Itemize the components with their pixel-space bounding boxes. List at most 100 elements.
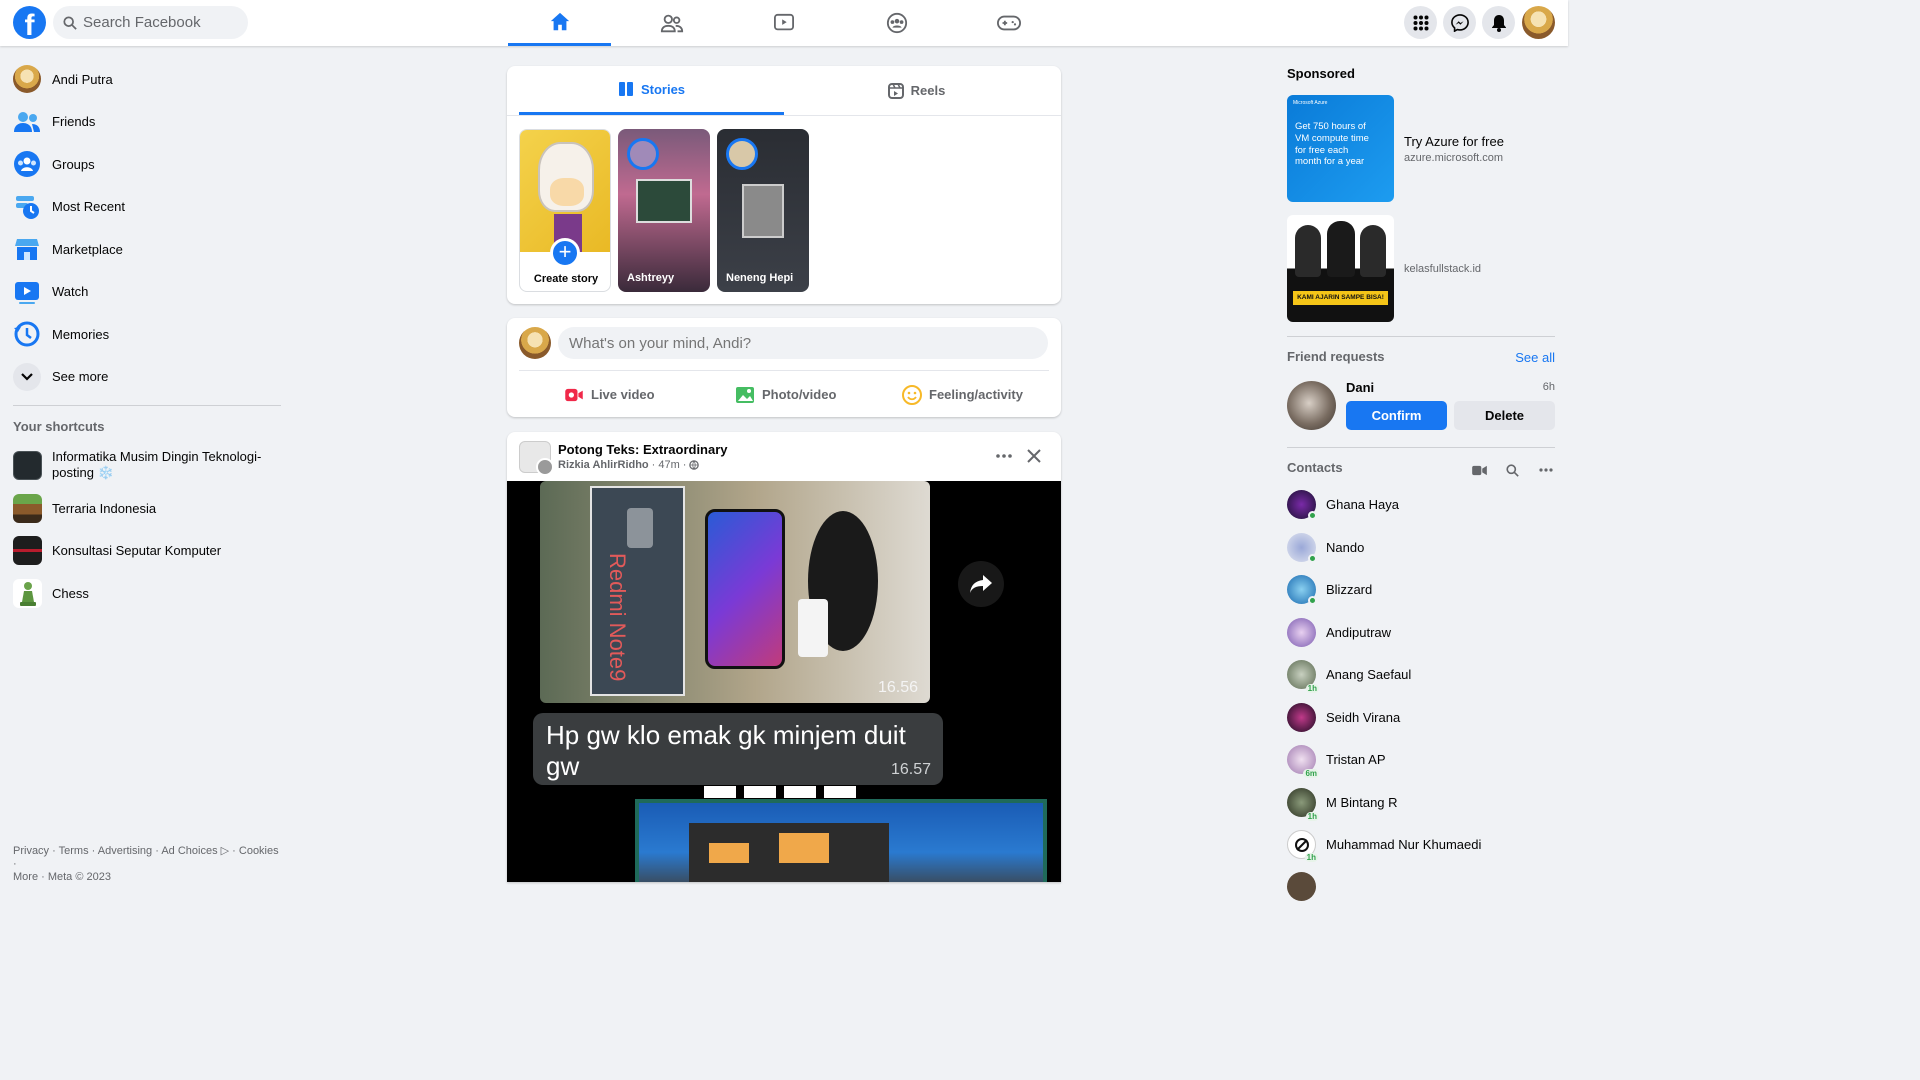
menu-button[interactable] xyxy=(1404,6,1437,39)
tab-stories[interactable]: Stories xyxy=(519,66,784,115)
contact-item[interactable]: Blizzard xyxy=(1287,575,1372,605)
new-room-button[interactable] xyxy=(1470,462,1488,478)
contact-item[interactable]: 1h Anang Saefaul xyxy=(1287,660,1411,693)
photo-video-button[interactable]: Photo/video xyxy=(735,371,836,418)
composer-avatar xyxy=(519,327,551,359)
watch-icon xyxy=(13,278,41,306)
post-options-button[interactable] xyxy=(994,446,1014,466)
story-card[interactable]: Neneng Hepi xyxy=(717,129,809,292)
composer-input[interactable] xyxy=(558,327,1048,359)
sidebar-item-see-more[interactable]: See more xyxy=(0,356,290,399)
delete-button[interactable]: Delete xyxy=(1454,401,1555,430)
friend-request-name[interactable]: Dani xyxy=(1346,380,1374,395)
messenger-button[interactable] xyxy=(1443,6,1476,39)
contact-item[interactable]: 1h Muhammad Nur Khumaedi xyxy=(1287,830,1481,862)
contact-item[interactable]: 1h M Bintang R xyxy=(1287,788,1398,821)
tab-label: Stories xyxy=(640,81,686,97)
contact-item[interactable]: Nando xyxy=(1287,533,1365,563)
separator-dashes xyxy=(704,786,864,798)
sidebar-item-groups[interactable]: Groups xyxy=(0,143,290,186)
story-avatar xyxy=(726,138,758,170)
contact-name: Andiputraw xyxy=(1326,625,1392,640)
sponsored-ad[interactable]: Microsoft Azure Get 750 hours of VM comp… xyxy=(1287,95,1504,202)
footer-line[interactable]: More · Meta © 2023 xyxy=(13,871,283,884)
action-label: Photo/video xyxy=(762,387,837,402)
gaming-icon xyxy=(996,15,1021,31)
shortcut-item[interactable]: Terraria Indonesia xyxy=(0,494,270,523)
post-author[interactable]: Rizkia AhlirRidho xyxy=(558,459,649,471)
sidebar-item-label: Marketplace xyxy=(52,241,123,257)
sponsored-heading: Sponsored xyxy=(1287,66,1355,81)
shortcut-item[interactable]: Informatika Musim Dingin Teknologi-posti… xyxy=(0,449,270,481)
search-input[interactable] xyxy=(83,14,243,31)
contact-avatar[interactable] xyxy=(1287,872,1316,901)
search-contacts-button[interactable] xyxy=(1503,462,1521,478)
sidebar-item-watch[interactable]: Watch xyxy=(0,271,290,314)
friend-request-avatar[interactable] xyxy=(1287,381,1336,430)
feeling-activity-button[interactable]: Feeling/activity xyxy=(902,371,1023,418)
chat-bubble: Hp gw klo emak gk minjem duit gw 16.57 xyxy=(533,713,943,785)
facebook-logo[interactable]: f xyxy=(13,6,46,39)
close-icon xyxy=(1027,449,1041,463)
hide-post-button[interactable] xyxy=(1024,446,1044,466)
sidebar-item-most-recent[interactable]: Most Recent xyxy=(0,186,290,229)
create-story-image xyxy=(520,130,610,252)
contact-name: Nando xyxy=(1326,540,1365,555)
search-icon xyxy=(1505,463,1519,477)
ad-image: Microsoft Azure Get 750 hours of VM comp… xyxy=(1287,95,1394,202)
shortcut-thumbnail xyxy=(13,579,42,608)
tab-reels[interactable]: Reels xyxy=(784,66,1049,115)
contact-item[interactable]: Seidh Virana xyxy=(1287,703,1400,732)
contact-avatar xyxy=(1287,490,1317,520)
post-composer: Live video Photo/video Feeling/activity xyxy=(507,318,1061,417)
story-image xyxy=(636,179,692,223)
sidebar-item-memories[interactable]: Memories xyxy=(0,313,290,356)
post-time[interactable]: 47m xyxy=(658,459,679,471)
shortcut-item[interactable]: Chess xyxy=(0,579,270,608)
search-box[interactable] xyxy=(53,6,248,39)
left-sidebar: Andi Putra Friends Groups Most Recent Ma… xyxy=(0,58,290,398)
timestamp-text: 16.56 xyxy=(877,679,918,696)
shortcut-item[interactable]: Konsultasi Seputar Komputer xyxy=(0,536,270,565)
share-button[interactable] xyxy=(958,561,1004,607)
see-all-link[interactable]: See all xyxy=(1500,350,1555,365)
group-avatar[interactable] xyxy=(519,441,554,476)
nav-tab-home[interactable] xyxy=(508,0,611,46)
account-avatar[interactable] xyxy=(1522,6,1555,39)
nav-tab-watch[interactable] xyxy=(732,0,835,46)
ad-domain: kelasfullstack.id xyxy=(1404,262,1482,275)
notifications-button[interactable] xyxy=(1482,6,1515,39)
shortcut-thumbnail xyxy=(13,536,42,565)
more-horizontal-icon xyxy=(996,454,1012,458)
footer-line[interactable]: Privacy · Terms · Advertising · Ad Choic… xyxy=(13,845,283,871)
contact-item[interactable]: 6m Tristan AP xyxy=(1287,745,1386,778)
post-image[interactable]: Redmi Note9 16.56 Hp gw klo emak gk minj… xyxy=(507,481,1061,882)
story-card[interactable]: Ashtreyy xyxy=(618,129,710,292)
live-video-button[interactable]: Live video xyxy=(564,371,655,418)
nav-tab-gaming[interactable] xyxy=(957,0,1060,46)
feed-post: Potong Teks: Extraordinary Rizkia AhlirR… xyxy=(507,432,1061,882)
contact-item[interactable]: Ghana Haya xyxy=(1287,490,1399,520)
ad-text: Try Azure for free azure.microsoft.com xyxy=(1404,134,1504,164)
sidebar-item-profile[interactable]: Andi Putra xyxy=(0,58,290,101)
author-avatar[interactable] xyxy=(536,458,554,476)
create-story-card[interactable]: + Create story xyxy=(519,129,611,292)
story-name: Neneng Hepi xyxy=(726,272,794,284)
sidebar-item-label: Friends xyxy=(52,114,96,130)
memories-icon xyxy=(13,320,41,348)
contacts-options-button[interactable] xyxy=(1537,462,1555,478)
groups-icon xyxy=(13,150,41,178)
chevron-down-icon xyxy=(13,362,41,391)
contact-item[interactable]: Andiputraw xyxy=(1287,618,1391,647)
contact-avatar xyxy=(1287,533,1317,563)
nav-tab-friends[interactable] xyxy=(620,0,723,46)
sponsored-ad[interactable]: KAMI AJARIN SAMPE BISA! kelasfullstack.i… xyxy=(1287,215,1481,322)
post-group-name[interactable]: Potong Teks: Extraordinary xyxy=(558,442,728,457)
sidebar-item-friends[interactable]: Friends xyxy=(0,101,290,144)
nav-tab-groups[interactable] xyxy=(845,0,948,46)
create-story-label: Create story xyxy=(533,273,599,285)
sidebar-item-marketplace[interactable]: Marketplace xyxy=(0,228,290,271)
contact-name: Tristan AP xyxy=(1326,752,1386,767)
top-navigation-bar: f xyxy=(0,0,1568,46)
confirm-button[interactable]: Confirm xyxy=(1346,401,1447,430)
